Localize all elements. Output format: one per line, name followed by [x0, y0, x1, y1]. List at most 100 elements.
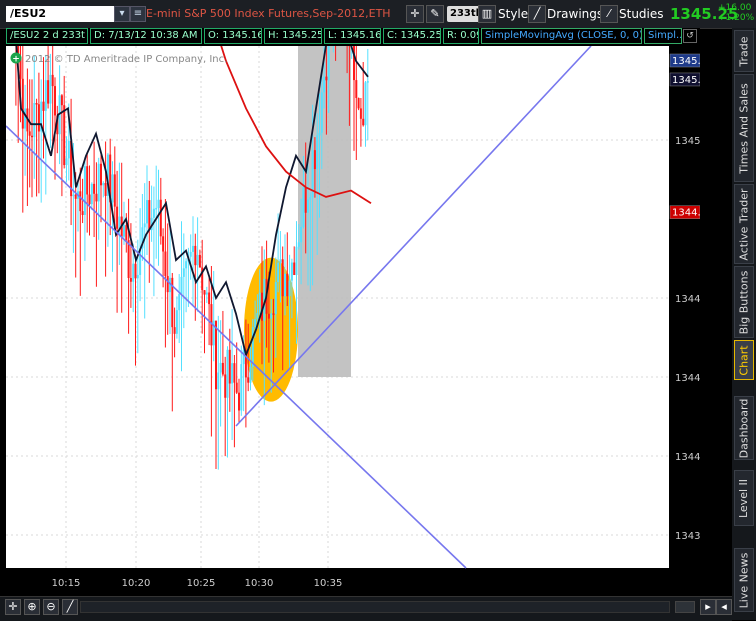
study-info-2[interactable]: Simpl...: [644, 28, 682, 44]
candle-body: [224, 374, 226, 397]
candle-body: [31, 136, 33, 138]
chart-settings-icon[interactable]: ↺: [683, 29, 697, 43]
candle-body: [167, 276, 169, 292]
candle-body: [164, 252, 166, 277]
expand-icon[interactable]: ▸: [700, 599, 716, 615]
drawings-button[interactable]: Drawings: [547, 5, 603, 23]
studies-icon[interactable]: ⁄: [600, 5, 618, 23]
candle-body: [95, 194, 97, 202]
studies-button[interactable]: Studies: [619, 5, 664, 23]
price-badge-text: 1344.77: [672, 208, 700, 219]
candle-body: [22, 79, 24, 129]
candle-body: [33, 103, 35, 137]
zoom-out-icon[interactable]: ⊖: [43, 599, 59, 615]
sidebar-tab-level-ii[interactable]: Level II: [734, 470, 754, 526]
candle-body: [289, 281, 291, 297]
candle-body: [176, 310, 178, 334]
sidebar-tab-live-news[interactable]: Live News: [734, 548, 754, 612]
sidebar-tab-dashboard[interactable]: Dashboard: [734, 396, 754, 460]
chart-area[interactable]: 1346.51346.2513461345.751345.513451344.5…: [6, 46, 700, 596]
candle-body: [45, 80, 47, 111]
symbol-input[interactable]: /ESU2: [6, 6, 114, 22]
candle-body: [222, 363, 224, 375]
candle-body: [233, 363, 235, 383]
symbol-lookup-icon[interactable]: ≡: [130, 6, 146, 22]
candle-body: [256, 313, 258, 319]
wrench-icon[interactable]: ✎: [426, 5, 444, 23]
candle-body: [160, 200, 162, 237]
candle-body: [29, 131, 31, 135]
candle-body: [91, 184, 93, 204]
candle-body: [36, 103, 38, 105]
zoom-in-icon[interactable]: ⊕: [24, 599, 40, 615]
candle-body: [259, 293, 261, 313]
time-scrollbar[interactable]: [80, 601, 670, 613]
candle-body: [102, 183, 104, 185]
candle-body: [217, 372, 219, 389]
candle-body: [47, 80, 49, 103]
candle-body: [128, 240, 130, 278]
candle-body: [236, 383, 238, 393]
candle-body: [114, 174, 116, 206]
style-button[interactable]: Style: [498, 5, 528, 23]
price-badge-text: 1345.25: [672, 56, 700, 67]
draw-line-icon[interactable]: ╱: [62, 599, 78, 615]
crosshair-tool-icon[interactable]: ✛: [406, 5, 424, 23]
time-tick-label: 10:25: [187, 578, 216, 589]
candle-body: [254, 319, 256, 327]
price-tick-label: 1344: [675, 452, 700, 463]
candle-body: [125, 225, 127, 240]
sidebar-tab-trade[interactable]: Trade: [734, 30, 754, 72]
candle-body: [61, 95, 63, 105]
candle-body: [24, 108, 26, 128]
drawings-icon[interactable]: ╱: [528, 5, 546, 23]
sidebar-tab-active-trader[interactable]: Active Trader: [734, 184, 754, 264]
candle-body: [367, 81, 369, 83]
candle-body: [72, 195, 74, 197]
candle-body: [227, 350, 229, 398]
price-axis-background: [669, 46, 700, 568]
symbol-dropdown-icon[interactable]: ▾: [114, 6, 130, 22]
price-tick-label: 1344.25: [675, 373, 700, 384]
price-tick-label: 1345: [675, 136, 700, 147]
instrument-title: E-mini S&P 500 Index Futures,Sep-2012,ET…: [146, 7, 391, 20]
style-icon[interactable]: ▥: [478, 5, 496, 23]
candle-body: [240, 364, 242, 410]
candle-body: [323, 77, 325, 93]
candle-body: [252, 327, 254, 367]
candle-body: [355, 80, 357, 98]
candle-body: [52, 75, 54, 86]
candle-body: [314, 150, 316, 169]
candle-body: [199, 255, 201, 268]
candle-body: [220, 363, 222, 373]
candle-body: [273, 313, 275, 315]
study-info[interactable]: SimpleMovingAvg (CLOSE, 0, 0): [481, 28, 642, 44]
chart-info-bar: /ESU2 2 d 233t D: 7/13/12 10:38 AM O: 13…: [6, 28, 700, 44]
price-chart[interactable]: 1346.51346.2513461345.751345.513451344.5…: [6, 46, 700, 596]
candle-body: [116, 207, 118, 229]
candle-body: [307, 200, 309, 213]
candle-body: [123, 225, 125, 237]
candle-body: [316, 135, 318, 169]
candle-body: [291, 263, 293, 281]
sidebar-tab-big-buttons[interactable]: Big Buttons: [734, 266, 754, 338]
scrollbar-thumb[interactable]: [675, 601, 695, 613]
time-tick-label: 10:35: [314, 578, 343, 589]
range-info: R: 0.09: [443, 28, 479, 44]
candle-body: [54, 86, 56, 115]
collapse-icon[interactable]: ◂: [716, 599, 732, 615]
sidebar-tab-times-and-sales[interactable]: Times And Sales: [734, 74, 754, 182]
logo-glyph: +: [12, 55, 20, 65]
candle-body: [137, 275, 139, 278]
candle-body: [206, 292, 208, 294]
pan-icon[interactable]: ✛: [5, 599, 21, 615]
candle-body: [328, 46, 330, 80]
price-tick-label: 1344.5: [675, 294, 700, 305]
time-axis-background: [6, 568, 700, 596]
candle-body: [192, 246, 194, 252]
candle-body: [89, 194, 91, 204]
sidebar-tab-chart[interactable]: Chart: [734, 340, 754, 380]
candle-body: [362, 119, 364, 125]
candle-body: [358, 98, 360, 108]
series-info: /ESU2 2 d 233t: [6, 28, 88, 44]
